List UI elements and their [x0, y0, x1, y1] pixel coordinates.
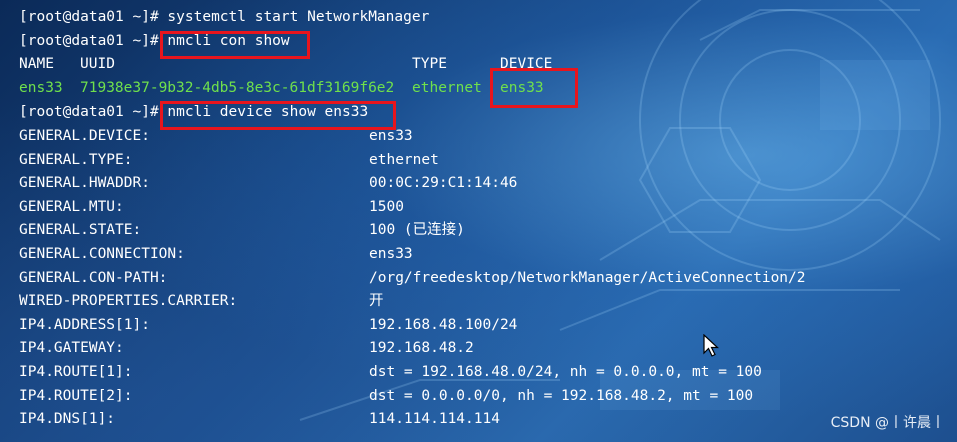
- property-key: IP4.ROUTE[2]:: [19, 387, 133, 404]
- shell-prompt: [root@data01 ~]#: [19, 104, 159, 120]
- property-row: IP4.DNS[1]: 114.114.114.114: [19, 408, 500, 430]
- property-row: IP4.ADDRESS[1]: 192.168.48.100/24: [19, 314, 517, 336]
- property-key: IP4.GATEWAY:: [19, 340, 124, 357]
- property-row: IP4.ROUTE[1]: dst = 192.168.48.0/24, nh =…: [19, 361, 762, 383]
- header-name: NAME: [19, 56, 54, 72]
- terminal-line-start: [root@data01 ~]# systemctl start Network…: [19, 6, 429, 28]
- property-key: IP4.DNS[1]:: [19, 411, 116, 428]
- property-row: GENERAL.HWADDR: 00:0C:29:C1:14:46: [19, 172, 517, 194]
- property-key: GENERAL.TYPE:: [19, 151, 133, 168]
- property-value: ens33: [369, 246, 413, 262]
- property-row: IP4.GATEWAY: 192.168.48.2: [19, 337, 474, 359]
- property-row: GENERAL.CON-PATH: /org/freedesktop/Networ…: [19, 267, 806, 289]
- row-name: ens33: [19, 80, 63, 96]
- shell-prompt: [root@data01 ~]#: [19, 33, 159, 49]
- command-text: systemctl start NetworkManager: [158, 9, 430, 25]
- header-type: TYPE: [412, 56, 447, 72]
- property-key: GENERAL.MTU:: [19, 198, 124, 215]
- property-row: GENERAL.TYPE: ethernet: [19, 149, 439, 171]
- property-key: GENERAL.HWADDR:: [19, 175, 150, 192]
- property-value: dst = 0.0.0.0/0, nh = 192.168.48.2, mt =…: [369, 387, 754, 404]
- property-key: GENERAL.STATE:: [19, 222, 142, 239]
- header-uuid: UUID: [80, 56, 115, 72]
- row-uuid: 71938e37-9b32-4db5-8e3c-61df3169f6e2: [80, 80, 395, 96]
- shell-prompt: [root@data01 ~]#: [19, 9, 159, 25]
- highlight-box-con-show: [160, 31, 310, 59]
- property-row: GENERAL.STATE: 100 (已连接): [19, 219, 465, 241]
- highlight-box-device: [490, 68, 578, 108]
- property-value: 192.168.48.2: [369, 340, 474, 357]
- property-value: 00:0C:29:C1:14:46: [369, 175, 518, 192]
- property-key: IP4.ROUTE[1]:: [19, 364, 133, 380]
- highlight-box-dev-show: [160, 101, 396, 130]
- property-value: /org/freedesktop/NetworkManager/ActiveCo…: [369, 269, 806, 286]
- property-key: WIRED-PROPERTIES.CARRIER:: [19, 293, 238, 310]
- property-value: 192.168.48.100/24: [369, 316, 518, 333]
- property-key: GENERAL.CONNECTION:: [19, 246, 185, 262]
- property-key: GENERAL.DEVICE:: [19, 128, 150, 144]
- property-row: WIRED-PROPERTIES.CARRIER: 开: [19, 290, 384, 312]
- property-value: 1500: [369, 198, 404, 215]
- property-value: dst = 192.168.48.0/24, nh = 0.0.0.0, mt …: [369, 364, 762, 380]
- property-value: ethernet: [369, 151, 439, 168]
- property-row: GENERAL.MTU: 1500: [19, 196, 404, 218]
- property-value: 100 (已连接): [369, 222, 465, 239]
- mouse-pointer-icon: [703, 334, 719, 357]
- property-key: IP4.ADDRESS[1]:: [19, 316, 150, 333]
- property-value: 开: [369, 293, 384, 310]
- property-value: 114.114.114.114: [369, 411, 500, 428]
- property-row: IP4.ROUTE[2]: dst = 0.0.0.0/0, nh = 192.1…: [19, 385, 753, 407]
- watermark: CSDN @丨许晨丨: [830, 415, 945, 431]
- row-type: ethernet: [412, 80, 482, 96]
- property-key: GENERAL.CON-PATH:: [19, 269, 168, 286]
- terminal-window[interactable]: [root@data01 ~]# systemctl start Network…: [0, 0, 957, 442]
- property-row: GENERAL.DEVICE: ens33: [19, 125, 413, 147]
- property-row: GENERAL.CONNECTION: ens33: [19, 243, 413, 265]
